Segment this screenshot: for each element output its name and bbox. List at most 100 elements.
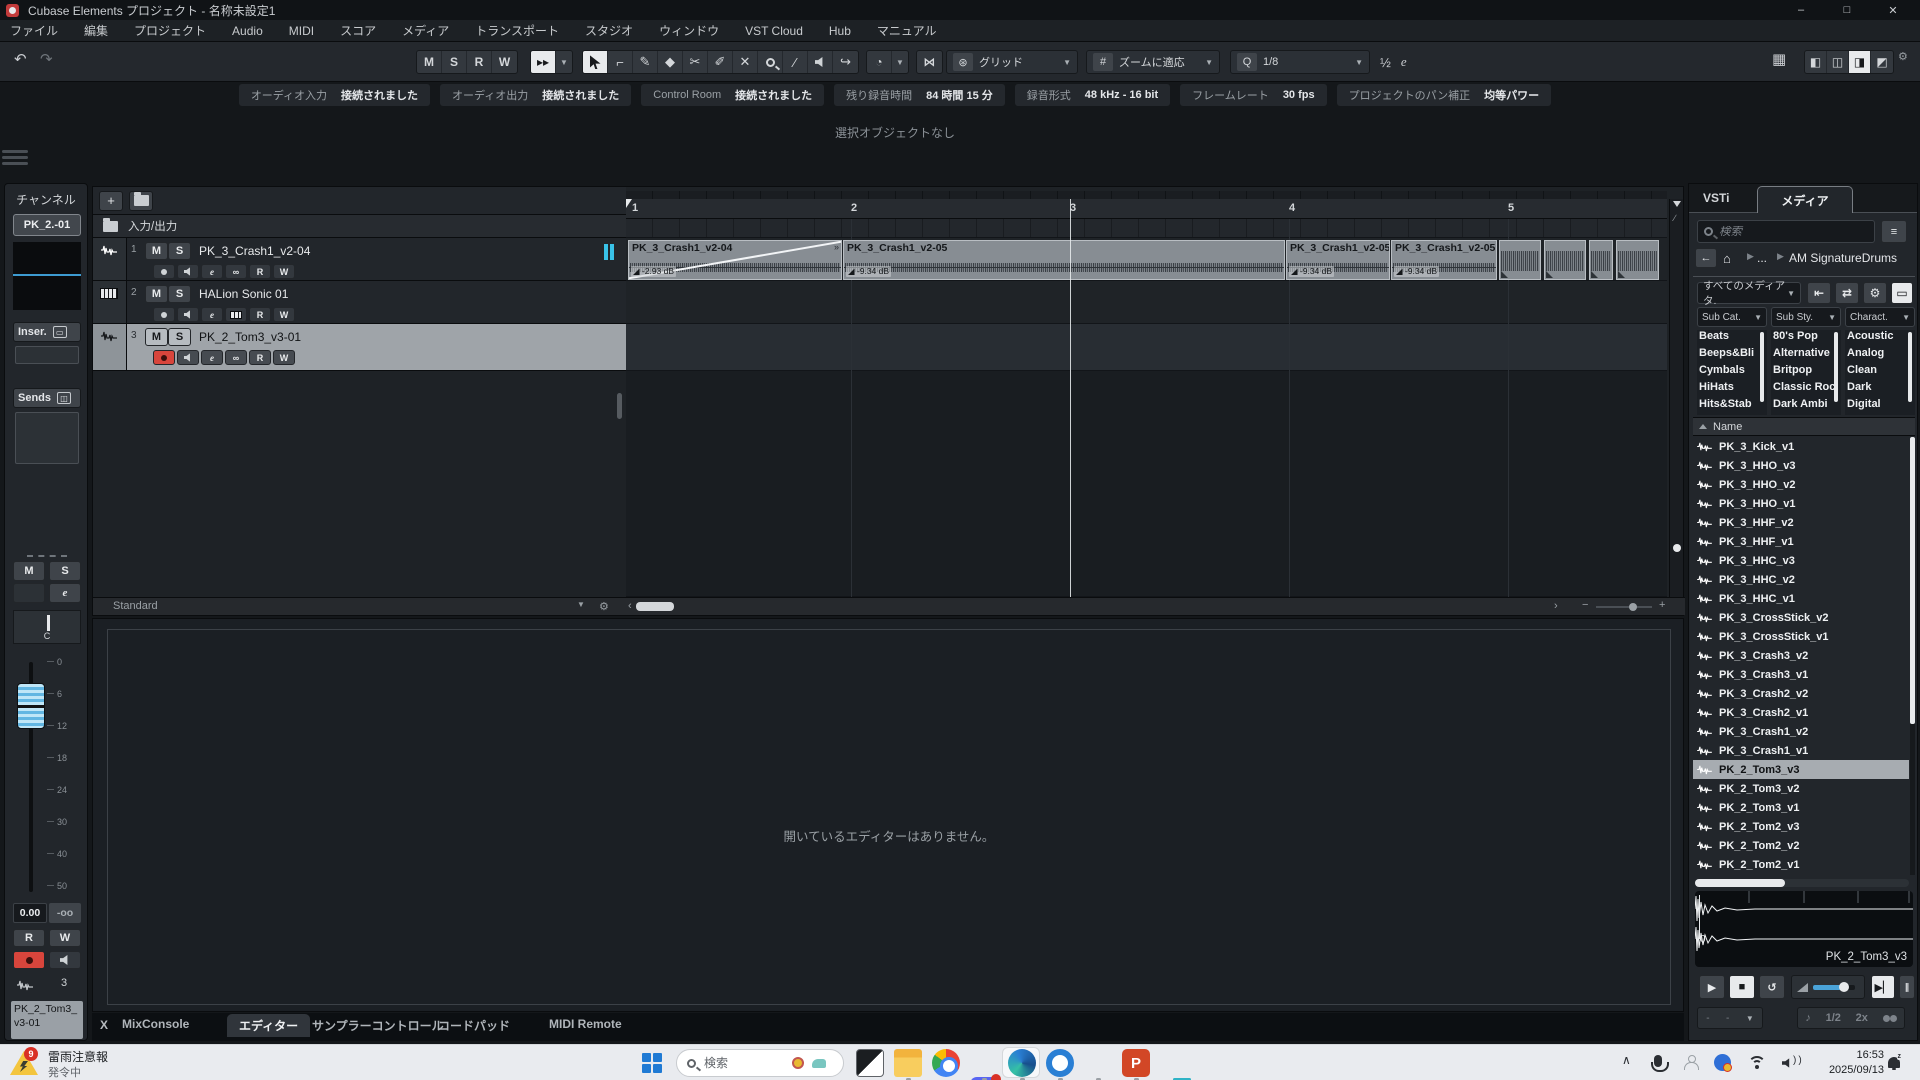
project-cursor-handle[interactable] [626, 199, 632, 208]
filter-item[interactable]: Cymbals [1697, 364, 1767, 381]
edge-icon[interactable] [1008, 1049, 1036, 1077]
track-name[interactable]: HALion Sonic 01 [199, 287, 288, 301]
write-all-button[interactable]: W [492, 51, 517, 73]
filter-item[interactable]: Britpop [1771, 364, 1841, 381]
track-row-1[interactable]: 1 M S PK_3_Crash1_v2-04 e ∞ R W [93, 238, 626, 281]
write-automation-button[interactable]: W [273, 264, 295, 279]
line-tool[interactable]: ∕ [783, 51, 808, 73]
track-settings-gear-icon[interactable]: ⚙ [599, 600, 609, 613]
filter-item[interactable]: Dark Ambi [1771, 398, 1841, 415]
quantize-select[interactable]: Q 1/8 ▼ [1230, 50, 1370, 74]
media-file-row[interactable]: PK_3_HHO_v1 [1693, 494, 1909, 513]
start-button[interactable] [642, 1053, 663, 1074]
track3-lane-selected[interactable] [626, 324, 1667, 371]
zone-grip[interactable] [2, 150, 28, 168]
record-enable-button[interactable] [153, 264, 175, 279]
grid-zoom-select[interactable]: # ズームに適応 ▼ [1086, 50, 1220, 74]
empty-lane-area[interactable] [626, 371, 1667, 597]
menu-item[interactable]: Audio [232, 24, 263, 38]
track-mute-button[interactable]: M [145, 285, 168, 303]
range-selection-tool[interactable]: ⌐ [608, 51, 633, 73]
scroll-handle[interactable] [1673, 544, 1681, 552]
preview-waveform-panel[interactable]: 0 PK_2_Tom3_v3 [1695, 891, 1913, 967]
status-item[interactable]: フレームレート 30 fps [1180, 84, 1326, 106]
grid-type-select[interactable]: ⊛ グリッド ▼ [946, 50, 1078, 74]
status-item[interactable]: 録音形式 48 kHz - 16 bit [1015, 84, 1170, 106]
back-icon[interactable]: ← [1695, 248, 1717, 268]
filter-item[interactable]: HiHats [1697, 381, 1767, 398]
scrub-tool[interactable] [808, 51, 833, 73]
read-automation-button[interactable]: R [249, 264, 271, 279]
media-file-row[interactable]: PK_3_HHC_v3 [1693, 551, 1909, 570]
filter-item[interactable]: Beats [1697, 330, 1767, 347]
lower-zone-toggle-icon[interactable]: ◫ [1827, 51, 1849, 73]
track-row-2[interactable]: 2 M S HALion Sonic 01 e R W [93, 281, 626, 324]
erase-tool[interactable]: ◆ [658, 51, 683, 73]
channel-mute-button[interactable]: M [13, 561, 45, 581]
play-position-button[interactable]: ∥ [1899, 975, 1915, 999]
event-repeat-handle[interactable]: » [834, 242, 839, 252]
close-button[interactable]: ✕ [1870, 0, 1916, 20]
comp-tool-icon[interactable]: ◔ [867, 51, 892, 73]
mute-tool[interactable]: ✕ [733, 51, 758, 73]
menu-item[interactable]: スタジオ [585, 22, 633, 39]
notification-bell-icon[interactable]: z [1888, 1057, 1900, 1068]
channel-blank-button[interactable] [13, 583, 45, 603]
tab-sampler-control[interactable]: サンプラーコントロール [312, 1017, 444, 1034]
track-solo-button[interactable]: S [168, 328, 191, 346]
filter-item[interactable]: Digital [1845, 398, 1915, 415]
browser-layout-icon[interactable]: ▭ [1891, 282, 1913, 304]
read-automation-button[interactable]: R [249, 350, 271, 365]
tab-vsti[interactable]: VSTi [1703, 191, 1729, 205]
track-solo-button[interactable]: S [168, 242, 191, 260]
menu-item[interactable]: 編集 [84, 22, 108, 39]
media-file-row[interactable]: PK_2_Tom2_v3 [1693, 817, 1909, 836]
glue-tool[interactable]: ✐ [708, 51, 733, 73]
split-tool[interactable]: ✂ [683, 51, 708, 73]
media-file-row[interactable]: PK_2_Tom2_v2 [1693, 836, 1909, 855]
column-scrollbar[interactable] [1760, 332, 1764, 402]
filter-item[interactable]: 80's Pop [1771, 330, 1841, 347]
taskbar-search-input[interactable] [704, 1056, 784, 1070]
file-list-scrollbar[interactable] [1910, 437, 1915, 875]
zoom-slider-track[interactable] [1596, 606, 1652, 608]
autoplay-toggle-button[interactable]: ▶▏ [1871, 975, 1895, 999]
zoom-slash-icon[interactable]: ∕ [1674, 213, 1676, 223]
inserts-section[interactable]: Inser.▭ [13, 322, 81, 342]
media-file-row[interactable]: PK_3_Crash1_v2 [1693, 722, 1909, 741]
weather-app-icon[interactable] [1714, 1054, 1731, 1071]
audio-event-small[interactable] [1589, 240, 1613, 280]
beat-sync-box[interactable]: ♪ 1/2 2x [1797, 1007, 1905, 1029]
media-search-box[interactable] [1697, 220, 1875, 243]
media-file-row[interactable]: PK_2_Tom3_v1 [1693, 798, 1909, 817]
audio-event[interactable]: PK_3_Crash1_v2-04 » ◢ -2.93 dB [628, 240, 842, 280]
file-list-hscrollbar[interactable] [1695, 879, 1909, 887]
record-enable-button[interactable] [153, 350, 175, 365]
audio-event-small[interactable] [1616, 240, 1659, 280]
tab-media[interactable]: メディア [1757, 186, 1853, 213]
track2-lane[interactable] [626, 281, 1667, 324]
maximize-button[interactable]: □ [1824, 0, 1870, 20]
menu-item[interactable]: VST Cloud [745, 24, 803, 38]
audio-event[interactable]: PK_3_Crash1_v2-05 ◢ -9.34 dB [1286, 240, 1390, 280]
freeze-button[interactable]: ∞ [225, 264, 247, 279]
media-file-row[interactable]: PK_3_Crash2_v1 [1693, 703, 1909, 722]
edit-channel-button[interactable]: e [201, 307, 223, 322]
iterative-quantize-icon[interactable]: ½ [1380, 55, 1391, 70]
autoscroll-icon[interactable]: ▸▸ [531, 51, 556, 73]
record-enable-button[interactable] [153, 307, 175, 322]
media-file-row[interactable]: PK_2_Tom2_v1 [1693, 855, 1909, 874]
microphone-icon[interactable] [1654, 1055, 1662, 1067]
taskbar-search[interactable] [676, 1049, 844, 1077]
volume-icon[interactable] [1782, 1058, 1792, 1068]
status-item[interactable]: オーディオ入力 接続されました [239, 84, 430, 106]
channel-edit-button[interactable]: e [49, 583, 81, 603]
settings-gear-icon[interactable]: ⚙ [1863, 282, 1887, 304]
menu-item[interactable]: Hub [829, 24, 851, 38]
media-file-row[interactable]: PK_3_CrossStick_v1 [1693, 627, 1909, 646]
object-selection-tool[interactable] [583, 51, 608, 73]
arrange-vertical-scrollbar[interactable]: ∕ [1669, 199, 1683, 597]
edit-channel-button[interactable]: e [201, 350, 223, 365]
horizontal-scroll-thumb[interactable] [636, 602, 674, 611]
media-file-row[interactable]: PK_3_Crash3_v1 [1693, 665, 1909, 684]
